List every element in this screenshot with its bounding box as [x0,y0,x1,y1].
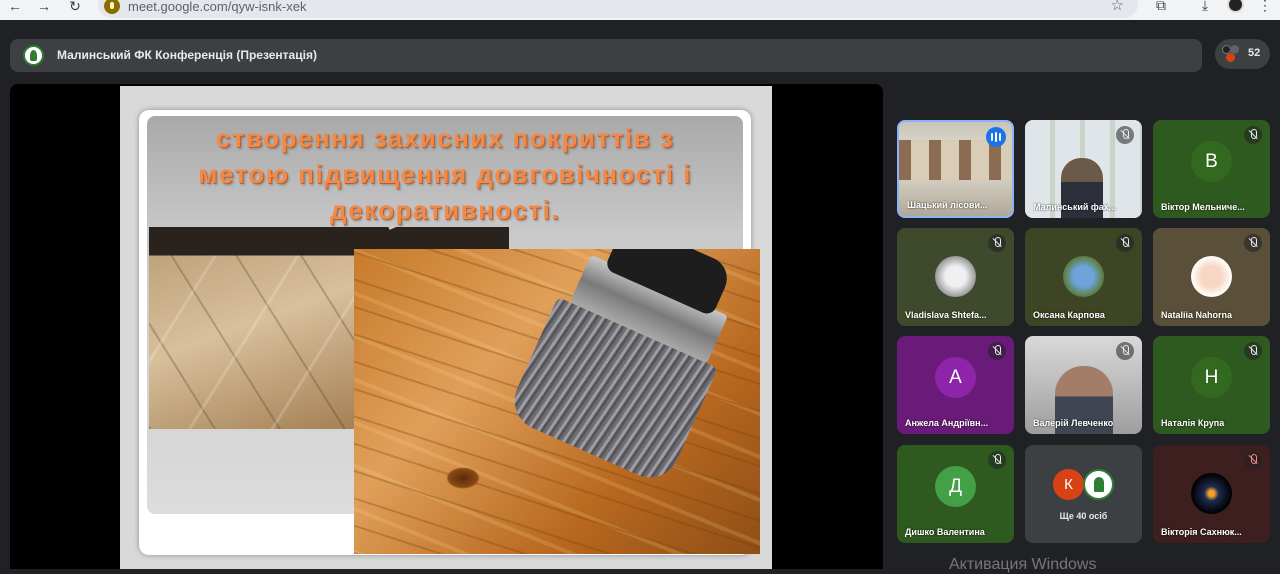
participant-name: Наталія Крупа [1161,418,1225,428]
profile-avatar[interactable] [1227,0,1244,13]
download-icon[interactable]: ⤓ [1195,0,1215,14]
participant-tile[interactable]: Nataliia Nahorna [1153,228,1270,326]
more-participants-label: Ще 40 осіб [1059,511,1108,521]
browser-toolbar: ← → ↻ meet.google.com/qyw-isnk-xek ☆ ⧉ ⤓… [0,0,1280,20]
presentation-slide: створення захисних покриттів з метою під… [120,86,772,569]
slide-heading-line: створення захисних покриттів з [215,123,675,153]
url-text[interactable]: meet.google.com/qyw-isnk-xek [128,0,306,14]
participant-tile[interactable]: Вікторія Сахнюк... [1153,445,1270,543]
meeting-title-bar: Малинський ФК Конференція (Презентація) [10,39,1202,72]
participant-name: Дишко Валентина [905,527,985,537]
wood-knot [446,467,480,489]
avatar [1191,473,1232,514]
participant-tile[interactable]: Vladislava Shtefa... [897,228,1014,326]
mic-off-icon [988,234,1006,252]
participant-tile[interactable]: Оксана Карпова [1025,228,1142,326]
avatar-initial: Д [935,466,976,507]
avatar-initial: В [1191,141,1232,182]
participant-name: Вікторія Сахнюк... [1161,527,1242,537]
participant-name: Валерій Левченко [1033,418,1114,428]
browser-menu-icon[interactable]: ⋮ [1255,0,1275,14]
roller-handle [388,227,500,230]
avatar-initial: А [935,357,976,398]
participants-button[interactable]: 52 [1215,39,1270,69]
avatar-initial: Н [1191,357,1232,398]
participant-name: Nataliia Nahorna [1161,310,1233,320]
site-mic-icon[interactable] [104,0,120,14]
participant-name: Шацький лісови... [907,200,988,210]
avatar [1191,256,1232,297]
mic-off-icon [1116,126,1134,144]
slide-heading-line: метою підвищення довговічності і [198,159,692,189]
participant-tile[interactable]: А Анжела Андріївн... [897,336,1014,434]
meeting-title: Малинський ФК Конференція (Презентація) [57,48,317,62]
speaking-indicator-icon [986,127,1006,147]
slide-heading-line: декоративності. [330,195,560,225]
participant-name: Малинський фах... [1033,202,1117,212]
college-logo-icon [23,45,44,66]
forward-icon[interactable]: → [33,0,55,14]
windows-activation-watermark: Активация Windows [949,556,1097,573]
mic-off-icon [1244,234,1262,252]
mic-off-icon [1244,126,1262,144]
mic-off-icon [1116,342,1134,360]
shared-screen: створення захисних покриттів з метою під… [10,84,883,569]
participant-name: Віктор Мельниче... [1161,202,1245,212]
participant-name: Оксана Карпова [1033,310,1105,320]
avatar [1063,256,1104,297]
mic-off-icon [1244,342,1262,360]
extensions-icon[interactable]: ⧉ [1151,0,1171,14]
participant-tile[interactable]: Малинський фах... [1025,120,1142,218]
more-participants-tile[interactable]: К Ще 40 осіб [1025,445,1142,543]
participant-tile[interactable]: Д Дишко Валентина [897,445,1014,543]
participant-name: Анжела Андріївн... [905,418,989,428]
participant-tile[interactable]: Валерій Левченко [1025,336,1142,434]
paintbrush-on-wood-photo [354,249,760,554]
participant-mini-avatar [1226,53,1235,62]
mic-off-icon [1116,234,1134,252]
participant-count: 52 [1248,47,1261,59]
mic-off-icon [1244,451,1262,469]
mic-off-icon [988,342,1006,360]
participant-tile[interactable]: Шацький лісови... [897,120,1014,218]
avatar-initial: К [1053,469,1084,500]
slide-heading: створення захисних покриттів з метою під… [147,120,743,228]
participant-name: Vladislava Shtefa... [905,310,987,320]
reload-icon[interactable]: ↻ [64,0,86,14]
bookmark-star-icon[interactable]: ☆ [1111,0,1124,14]
college-logo-icon [1083,469,1114,500]
participant-tile[interactable]: В Віктор Мельниче... [1153,120,1270,218]
avatar [935,256,976,297]
back-icon[interactable]: ← [4,0,26,14]
mic-off-icon [988,451,1006,469]
participant-tile[interactable]: Н Наталія Крупа [1153,336,1270,434]
address-bar[interactable]: meet.google.com/qyw-isnk-xek ☆ [98,0,1138,18]
